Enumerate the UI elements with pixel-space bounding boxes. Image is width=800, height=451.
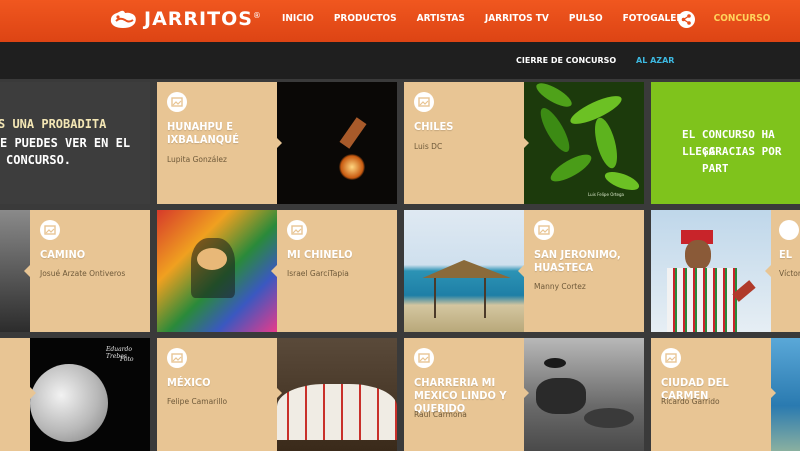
promo-tile-right: EL CONCURSO HA LLEGA ¡GRACIAS POR PART xyxy=(651,82,800,204)
photo-card[interactable]: CAMINO Josué Arzate Ontiveros xyxy=(30,210,150,332)
contest-subnav xyxy=(0,42,800,79)
photo-horse xyxy=(536,378,586,414)
photo-chinelo[interactable] xyxy=(157,210,277,332)
photo-shirt xyxy=(667,268,737,332)
chile-shape xyxy=(602,168,642,194)
nav-pulso[interactable]: PULSO xyxy=(569,13,603,24)
card-notch xyxy=(770,387,776,399)
photo-dresses xyxy=(277,384,397,440)
nav-inicio[interactable]: INICIO xyxy=(282,13,314,24)
card-title: CHILES xyxy=(414,120,454,133)
chile-shape xyxy=(535,104,575,156)
photo-grid: S UNA PROBADITA E PUEDES VER EN EL CONCU… xyxy=(0,79,800,451)
photo-card[interactable]: HUNAHPU E IXBALANQUÉ Lupita González xyxy=(157,82,277,204)
photo-beach-hut[interactable] xyxy=(404,210,524,332)
photo-card[interactable]: MÉXICO Felipe Camarillo xyxy=(157,338,277,451)
tab-cierre-de-concurso[interactable]: CIERRE DE CONCURSO xyxy=(516,56,616,65)
image-icon xyxy=(661,348,681,368)
card-notch xyxy=(523,387,529,399)
card-author: Ricardo Garrido xyxy=(661,397,720,406)
tab-al-azar[interactable]: AL AZAR xyxy=(636,56,674,65)
card-notch xyxy=(24,265,30,277)
card-title: HUNAHPU E IXBALANQUÉ xyxy=(167,120,239,146)
photo-fire-dancer[interactable] xyxy=(277,82,397,204)
photo-moon[interactable]: Eduardo Trebes Foto xyxy=(30,338,150,451)
jarritos-logo[interactable]: JARRITOS ® xyxy=(108,8,261,30)
image-icon xyxy=(167,92,187,112)
chile-shape xyxy=(547,149,595,187)
photo-card[interactable]: CHILES Luis DC xyxy=(404,82,524,204)
photo-card[interactable]: EL Víctor xyxy=(771,210,800,332)
image-icon xyxy=(287,220,307,240)
photo-card[interactable]: MI CHINELO Israel GarciTapia xyxy=(277,210,397,332)
chile-shape xyxy=(533,82,575,112)
promo-tile-left: S UNA PROBADITA E PUEDES VER EN EL CONCU… xyxy=(0,82,150,204)
image-icon xyxy=(40,220,60,240)
photo-card[interactable] xyxy=(0,338,30,451)
photo-figure xyxy=(339,117,367,149)
card-notch xyxy=(30,387,36,399)
photo-charreria[interactable] xyxy=(524,338,644,451)
card-author: Manny Cortez xyxy=(534,282,586,291)
photo-card[interactable]: CIUDAD DEL CARMEN Ricardo Garrido xyxy=(651,338,771,451)
image-icon xyxy=(779,220,799,240)
card-title: EL xyxy=(779,248,793,261)
photo-bull xyxy=(584,408,634,428)
photo-face xyxy=(685,240,711,270)
card-title: MI CHINELO xyxy=(287,248,353,261)
promo-left-line3: CONCURSO. xyxy=(6,153,72,167)
card-title: CAMINO xyxy=(40,248,86,261)
card-notch xyxy=(518,265,524,277)
photo-credit: Luis Felipe Ortega xyxy=(588,192,625,197)
nav-concurso[interactable]: CONCURSO xyxy=(714,13,771,24)
card-author: Felipe Camarillo xyxy=(167,397,228,406)
card-author: Lupita González xyxy=(167,155,227,164)
photo-moon-disc xyxy=(30,364,108,442)
photo-sombrero xyxy=(544,358,566,368)
photo-hut-roof xyxy=(422,260,511,278)
card-author: Víctor xyxy=(779,269,800,278)
photo-fire xyxy=(339,154,365,180)
share-icon[interactable] xyxy=(678,11,695,28)
photo-card[interactable]: SAN JERONIMO, HUASTECA Manny Cortez xyxy=(524,210,644,332)
photo-card[interactable]: CHARRERIA MI MEXICO LINDO Y QUERIDO Raúl… xyxy=(404,338,524,451)
main-menu: INICIO PRODUCTOS ARTISTAS JARRITOS TV PU… xyxy=(282,13,790,24)
chile-shape xyxy=(590,115,622,171)
card-author: Josué Arzate Ontiveros xyxy=(40,269,126,278)
nav-productos[interactable]: PRODUCTOS xyxy=(334,13,397,24)
photo-dancers[interactable] xyxy=(277,338,397,451)
image-icon xyxy=(414,348,434,368)
photo-mask xyxy=(197,248,227,270)
photo-hut-post xyxy=(434,278,436,318)
promo-right-line2: ¡GRACIAS POR PART xyxy=(702,145,782,175)
registered-mark: ® xyxy=(252,10,261,20)
card-notch xyxy=(765,265,771,277)
photo-signature: Foto xyxy=(120,356,134,363)
nav-artistas[interactable]: ARTISTAS xyxy=(417,13,465,24)
card-notch xyxy=(523,137,529,149)
card-author: Luis DC xyxy=(414,142,443,151)
photo-hut-post xyxy=(484,278,486,318)
photo-huichol-man[interactable] xyxy=(651,210,771,332)
card-title: MÉXICO xyxy=(167,376,211,389)
card-author: Israel GarciTapia xyxy=(287,269,349,278)
card-author: Raúl Carmona xyxy=(414,410,467,419)
photo-chiles[interactable]: Luis Felipe Ortega xyxy=(524,82,644,204)
image-icon xyxy=(534,220,554,240)
card-notch xyxy=(276,387,282,399)
promo-left-line1: S UNA PROBADITA xyxy=(0,117,107,131)
image-icon xyxy=(414,92,434,112)
card-notch xyxy=(276,137,282,149)
image-icon xyxy=(167,348,187,368)
card-notch xyxy=(271,265,277,277)
card-title: SAN JERONIMO, HUASTECA xyxy=(534,248,621,274)
bottle-logo-icon xyxy=(108,8,138,30)
brand-name: JARRITOS xyxy=(144,8,253,30)
top-navigation-bar: JARRITOS ® INICIO PRODUCTOS ARTISTAS JAR… xyxy=(0,0,800,42)
promo-left-line2: E PUEDES VER EN EL xyxy=(0,136,131,150)
nav-jarritos-tv[interactable]: JARRITOS TV xyxy=(485,13,549,24)
